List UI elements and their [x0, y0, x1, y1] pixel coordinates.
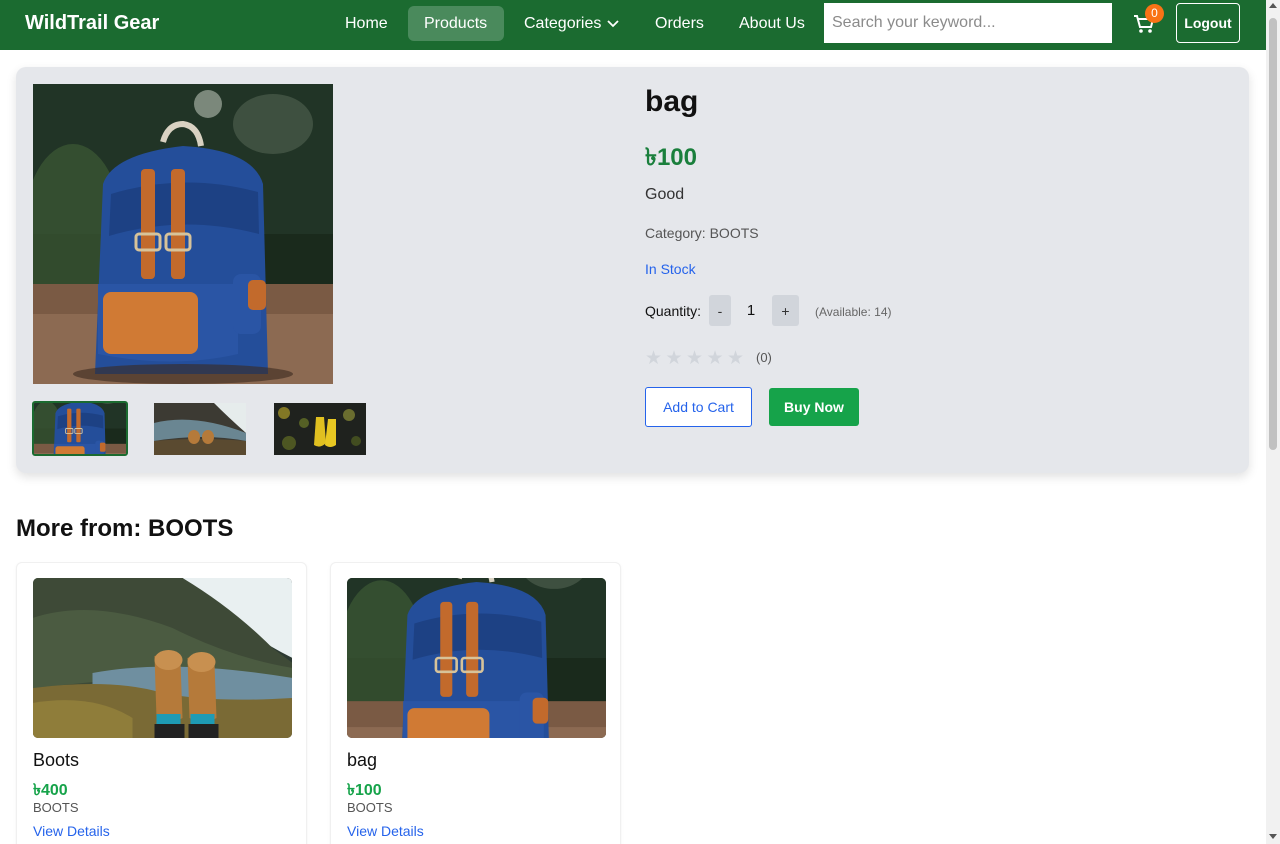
related-product-name: bag: [347, 750, 378, 770]
star-icon[interactable]: ★: [727, 347, 748, 370]
star-icon[interactable]: ★: [686, 347, 707, 370]
related-product-name: Boots: [33, 750, 80, 770]
star-icon[interactable]: ★: [666, 347, 687, 370]
related-product-card[interactable]: bag ৳100 BOOTS View Details: [330, 562, 621, 844]
add-to-cart-button[interactable]: Add to Cart: [645, 387, 752, 427]
available-count: (Available: 14): [815, 305, 892, 319]
product-title: bag: [645, 85, 699, 118]
star-icon[interactable]: ★: [707, 347, 728, 370]
quantity-increment-button[interactable]: +: [772, 295, 799, 326]
view-details-link[interactable]: View Details: [33, 823, 110, 839]
product-category: Category: BOOTS: [645, 225, 759, 241]
quantity-value: 1: [746, 302, 756, 319]
related-section-title: More from: BOOTS: [16, 515, 234, 542]
nav-orders[interactable]: Orders: [639, 6, 720, 41]
rating-count: (0): [756, 350, 772, 365]
scroll-up-arrow-icon[interactable]: [1269, 3, 1277, 8]
related-product-category: BOOTS: [33, 800, 79, 815]
buy-now-button[interactable]: Buy Now: [769, 388, 859, 426]
search-input[interactable]: [824, 3, 1112, 43]
scroll-down-arrow-icon[interactable]: [1269, 834, 1277, 839]
nav-categories[interactable]: Categories: [508, 6, 635, 41]
product-description: Good: [645, 186, 685, 203]
chevron-down-icon: [607, 20, 620, 28]
scroll-thumb[interactable]: [1269, 18, 1277, 450]
cart-count-badge: 0: [1145, 4, 1164, 23]
nav-categories-label: Categories: [524, 15, 602, 32]
nav-about-us[interactable]: About Us: [723, 6, 821, 41]
related-product-image[interactable]: [347, 578, 606, 738]
top-navbar: WildTrail Gear Home Products Categories …: [0, 0, 1266, 50]
related-product-image[interactable]: [33, 578, 292, 738]
product-price: ৳100: [645, 144, 697, 171]
related-product-category: BOOTS: [347, 800, 393, 815]
related-product-card[interactable]: Boots ৳400 BOOTS View Details: [16, 562, 307, 844]
thumbnail-yellow-boots[interactable]: [274, 403, 366, 455]
stock-status: In Stock: [645, 261, 696, 277]
star-icon[interactable]: ★: [645, 347, 666, 370]
logout-button[interactable]: Logout: [1176, 3, 1240, 43]
thumbnail-boots[interactable]: [154, 403, 246, 455]
rating-stars[interactable]: ★ ★ ★ ★ ★: [645, 347, 748, 370]
view-details-link[interactable]: View Details: [347, 823, 424, 839]
product-detail-card: bag ৳100 Good Category: BOOTS In Stock Q…: [16, 67, 1249, 473]
thumbnail-backpack[interactable]: [32, 401, 128, 456]
page-scrollbar[interactable]: [1266, 0, 1280, 844]
product-main-image: [33, 84, 333, 384]
nav-home[interactable]: Home: [329, 6, 404, 41]
brand-logo[interactable]: WildTrail Gear: [25, 12, 159, 35]
nav-products[interactable]: Products: [408, 6, 504, 41]
quantity-decrement-button[interactable]: -: [709, 295, 731, 326]
quantity-label: Quantity:: [645, 303, 702, 319]
